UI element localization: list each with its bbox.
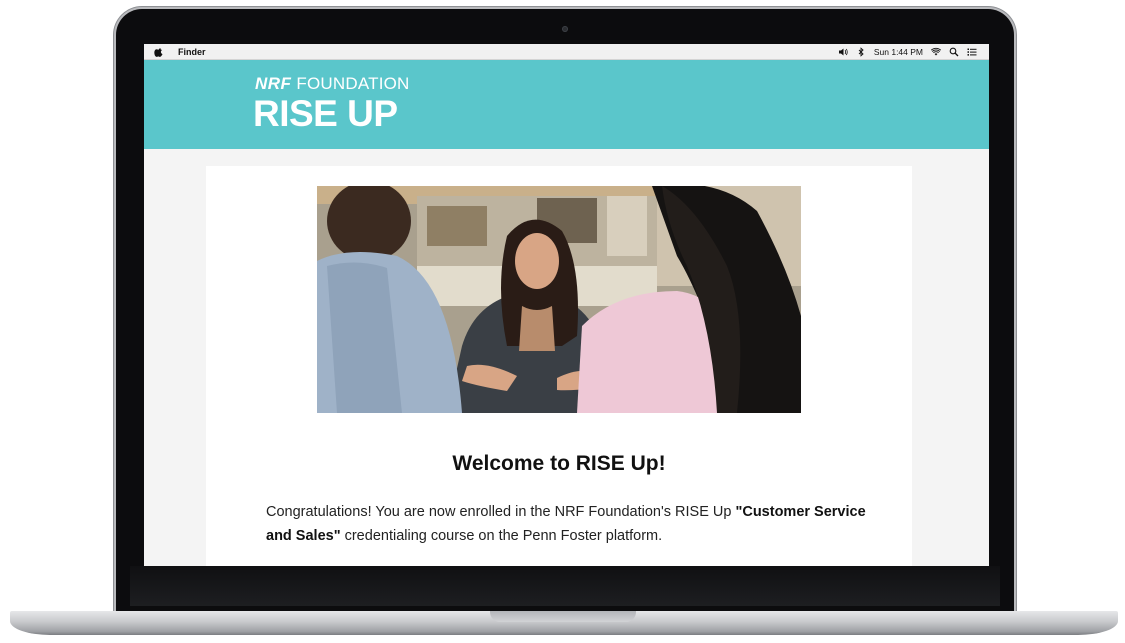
laptop-mockup: Finder Sun 1:44 PM NRF FOUNDATION RISE U…: [0, 0, 1125, 643]
rise-up-logo: RISE UP: [253, 93, 398, 134]
notification-center-icon[interactable]: [967, 47, 977, 57]
logo-suffix: FOUNDATION: [296, 74, 410, 93]
menu-bar-extras: Sun 1:44 PM: [838, 44, 977, 60]
volume-icon[interactable]: [838, 47, 848, 57]
menu-bar: Finder Sun 1:44 PM: [144, 44, 989, 60]
laptop-screen: Finder Sun 1:44 PM NRF FOUNDATION RISE U…: [144, 44, 989, 566]
hero-photo-illustration: [317, 186, 801, 413]
active-app-menu[interactable]: Finder: [178, 47, 206, 57]
email-body: Welcome to RISE Up! Congratulations! You…: [206, 166, 912, 566]
logo-prefix: NRF: [255, 74, 292, 93]
email-heading: Welcome to RISE Up!: [452, 452, 666, 475]
body-intro: Congratulations! You are now enrolled in…: [266, 504, 736, 520]
apple-logo-icon[interactable]: [154, 47, 164, 57]
email-body-text: Congratulations! You are now enrolled in…: [266, 500, 866, 548]
spotlight-search-icon[interactable]: [949, 47, 959, 57]
bluetooth-icon[interactable]: [856, 47, 866, 57]
menu-bar-clock[interactable]: Sun 1:44 PM: [874, 47, 923, 57]
body-outro: credentialing course on the Penn Foster …: [340, 528, 663, 544]
email-header-banner: NRF FOUNDATION RISE UP: [144, 60, 989, 149]
hero-photo: [317, 186, 801, 413]
laptop-opening-notch: [490, 611, 636, 622]
wifi-icon[interactable]: [931, 47, 941, 57]
nrf-foundation-logo: NRF FOUNDATION: [255, 75, 410, 93]
bezel-bottom: [130, 566, 1000, 606]
webcam: [562, 26, 568, 32]
